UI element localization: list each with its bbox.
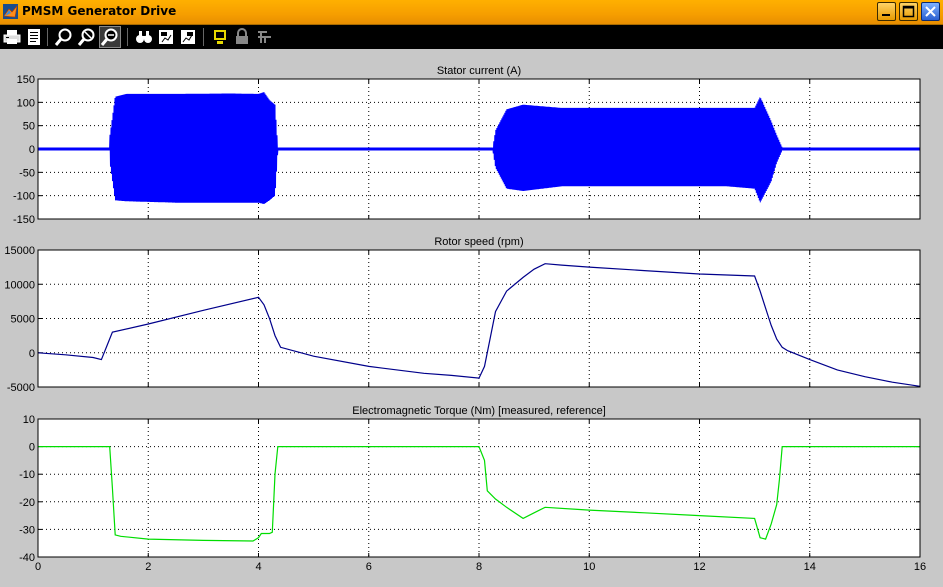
torque-title: Electromagnetic Torque (Nm) [measured, r…: [352, 405, 606, 417]
toolbar-separator: [127, 28, 128, 46]
print-preview-icon[interactable]: [24, 27, 44, 47]
scope-figure: 150100500-50-100-150Stator current (A)15…: [4, 65, 926, 573]
signal-selection-icon[interactable]: [255, 27, 275, 47]
torque-y-tick-label: -20: [19, 497, 35, 509]
zoom-in-icon[interactable]: [54, 27, 74, 47]
floating-scope-icon[interactable]: [210, 27, 230, 47]
minimize-button[interactable]: [877, 2, 896, 21]
title-bar[interactable]: PMSM Generator Drive: [0, 0, 943, 25]
rotor-speed-y-tick-label: 10000: [4, 279, 35, 291]
zoom-x-icon[interactable]: [99, 26, 121, 48]
toolbar: [0, 25, 943, 69]
maximize-button[interactable]: [899, 2, 918, 21]
stator-current-y-tick-label: 0: [29, 144, 35, 156]
figure-area: 150 100 50 0 -50 -100 -150 Stator current (A) 15…: [0, 49, 943, 587]
stator-current-y-tick-label: -150: [13, 214, 35, 226]
matlab-logo-icon: [3, 4, 18, 19]
torque-x-tick-label: 6: [366, 561, 372, 573]
torque-y-tick-label: -10: [19, 469, 35, 481]
torque-x-tick-label: 8: [476, 561, 482, 573]
rotor-speed-title: Rotor speed (rpm): [434, 236, 523, 248]
rotor-speed-y-tick-label: 0: [29, 348, 35, 360]
torque-x-tick-label: 0: [35, 561, 41, 573]
stator-current-y-tick-label: 50: [23, 121, 35, 133]
close-button[interactable]: [921, 2, 940, 21]
rotor-speed-y-tick-label: 5000: [11, 314, 35, 326]
torque-y-tick-label: 10: [23, 414, 35, 426]
torque-x-tick-label: 14: [804, 561, 816, 573]
torque-y-tick-label: -30: [19, 524, 35, 536]
torque-x-tick-label: 10: [583, 561, 595, 573]
stator-current-title: Stator current (A): [437, 65, 521, 77]
torque-x-tick-label: 2: [145, 561, 151, 573]
torque-x-tick-label: 12: [693, 561, 705, 573]
rotor-speed-y-tick-label: 15000: [4, 245, 35, 257]
stator-current-y-tick-label: 100: [17, 97, 35, 109]
toolbar-separator: [47, 28, 48, 46]
torque-x-tick-label: 4: [255, 561, 261, 573]
lock-axes-icon[interactable]: [232, 27, 252, 47]
rotor-speed-y-tick-label: -5000: [7, 382, 35, 394]
stator-current-y-tick-label: -100: [13, 191, 35, 203]
restore-axes-settings-icon[interactable]: [178, 27, 198, 47]
save-axes-settings-icon[interactable]: [156, 27, 176, 47]
stator-current-y-tick-label: -50: [19, 167, 35, 179]
torque-y-tick-label: -40: [19, 552, 35, 564]
print-icon[interactable]: [2, 27, 22, 47]
autoscale-icon[interactable]: [134, 27, 154, 47]
stator-current-y-tick-label: 150: [17, 74, 35, 86]
torque-y-tick-label: 0: [29, 442, 35, 454]
torque-x-tick-label: 16: [914, 561, 926, 573]
toolbar-separator: [203, 28, 204, 46]
zoom-out-icon[interactable]: [77, 27, 97, 47]
window-title: PMSM Generator Drive: [22, 4, 177, 18]
